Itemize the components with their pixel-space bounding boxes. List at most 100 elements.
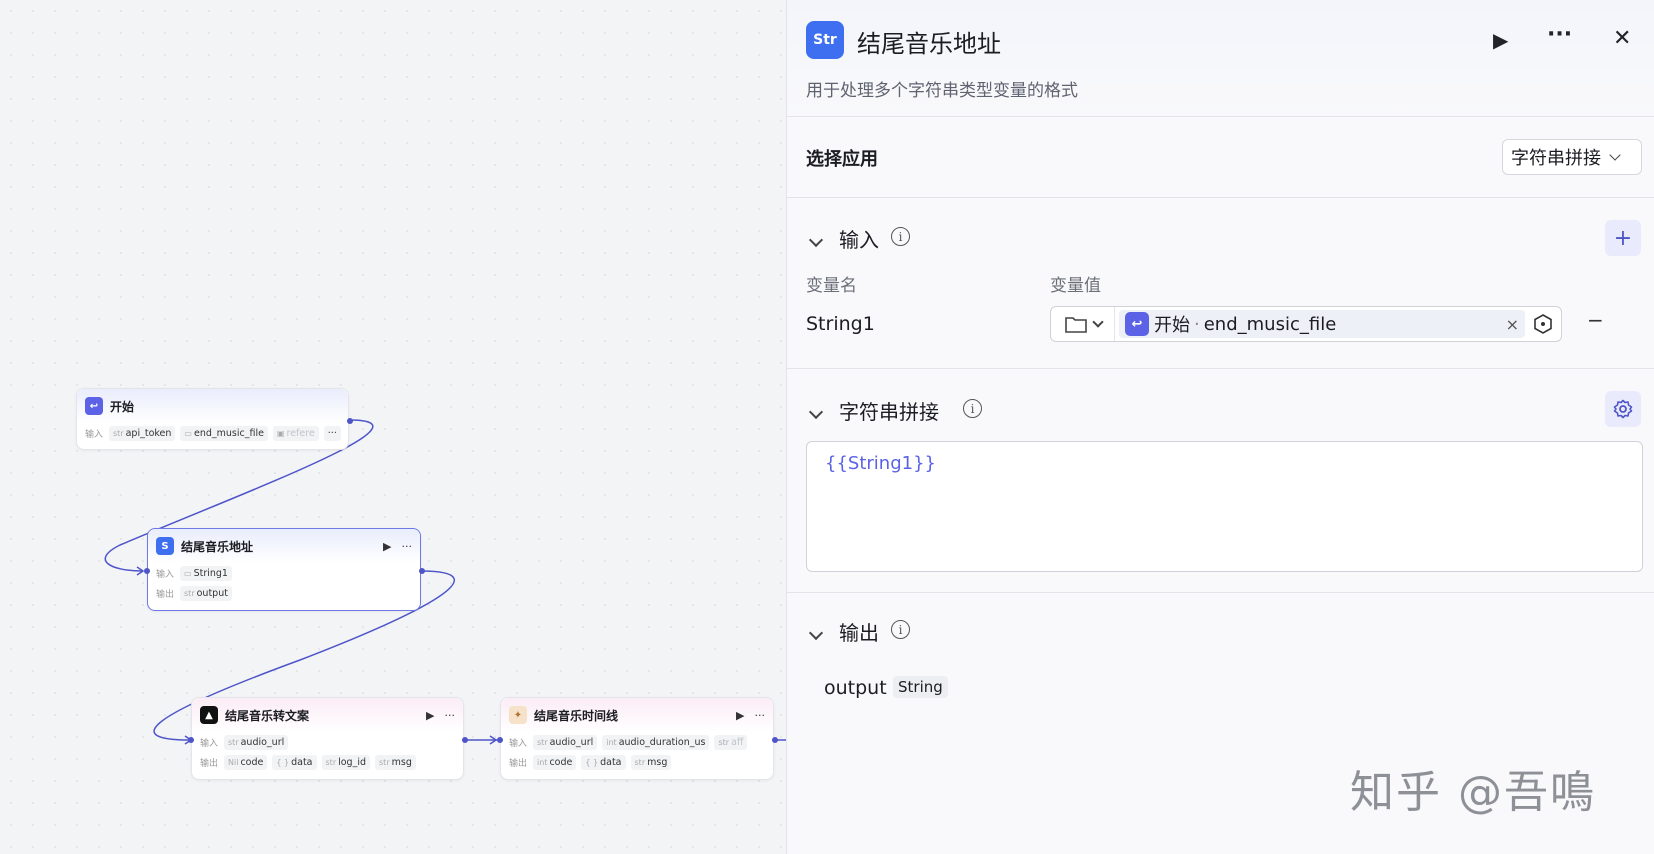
output-port[interactable] bbox=[772, 737, 778, 743]
node-end-music-address[interactable]: S 结尾音乐地址 ▶ ··· 输入 ▭ String1 输出 str output bbox=[144, 528, 425, 611]
chip-name: audio_duration_us bbox=[618, 736, 706, 748]
input-section-title: 输入 bbox=[839, 228, 879, 252]
type-tag: str bbox=[184, 588, 195, 598]
watermark: 知乎 @吾鳴 bbox=[1350, 767, 1596, 818]
output-chip: { } data bbox=[581, 754, 626, 770]
chip-name: log_id bbox=[338, 756, 367, 768]
output-chip: str output bbox=[180, 585, 232, 601]
node-title: 开始 bbox=[110, 399, 135, 414]
collapse-concat-toggle[interactable] bbox=[808, 402, 824, 421]
input-chip: int audio_duration_us bbox=[602, 734, 710, 750]
output-chip: int code bbox=[533, 754, 577, 770]
output-chip: str log_id bbox=[321, 754, 371, 770]
run-button[interactable]: ▶ bbox=[383, 540, 391, 553]
input-port[interactable] bbox=[497, 737, 503, 743]
node-header: ↩ 开始 bbox=[77, 389, 348, 423]
variable-value-field[interactable]: ↩ 开始 · end_music_file × bbox=[1050, 306, 1562, 342]
app-select[interactable]: 字符串拼接 bbox=[1502, 139, 1642, 175]
clear-icon[interactable]: × bbox=[1506, 315, 1519, 334]
type-tag: str bbox=[537, 737, 548, 747]
close-button[interactable]: ✕ bbox=[1613, 26, 1631, 51]
node-header: ▲ 结尾音乐转文案 ▶ ··· bbox=[192, 698, 463, 732]
output-section-title: 输出 bbox=[839, 621, 879, 645]
chip-name: code bbox=[240, 756, 264, 768]
input-chip: str api_token bbox=[109, 425, 176, 441]
input-chip: ▣ refere bbox=[272, 425, 319, 441]
type-tag: str bbox=[113, 428, 124, 438]
start-icon: ↩ bbox=[1125, 312, 1149, 336]
collapse-output-toggle[interactable] bbox=[808, 623, 824, 642]
concat-section: 字符串拼接 i {{String1}} bbox=[787, 369, 1654, 593]
chevron-down-icon bbox=[1609, 149, 1621, 161]
more-button[interactable]: ··· bbox=[755, 709, 766, 722]
input-chip: str audio_url bbox=[533, 734, 598, 750]
node-outputs-row: 输出 Nil code { } data str log_id str msg bbox=[192, 752, 463, 772]
output-chip: str msg bbox=[630, 754, 672, 770]
collapse-input-toggle[interactable] bbox=[808, 230, 824, 249]
workflow-canvas[interactable]: ↩ 开始 输入 str api_token ▭ end_music_file ▣ re… bbox=[0, 0, 786, 854]
node-inputs-row: 输入 str api_token ▭ end_music_file ▣ refere … bbox=[77, 423, 348, 443]
output-label: 输出 bbox=[156, 589, 175, 600]
app-select-value: 字符串拼接 bbox=[1511, 148, 1601, 169]
more-button[interactable]: ··· bbox=[1547, 22, 1572, 47]
node-header: ✦ 结尾音乐时间线 ▶ ··· bbox=[501, 698, 773, 732]
input-port[interactable] bbox=[144, 568, 150, 574]
variable-picker-button[interactable] bbox=[1525, 313, 1561, 335]
info-icon[interactable]: i bbox=[963, 399, 982, 418]
type-tag: str bbox=[718, 737, 730, 747]
type-tag: { } bbox=[585, 757, 599, 767]
info-icon[interactable]: i bbox=[891, 620, 910, 639]
node-outputs-row: 输出 str output bbox=[148, 583, 420, 603]
chip-name: msg bbox=[647, 756, 668, 768]
string-node-icon: Str bbox=[806, 21, 844, 59]
more-button[interactable]: ··· bbox=[402, 540, 413, 553]
panel-description: 用于处理多个字符串类型变量的格式 bbox=[806, 81, 1078, 101]
output-port[interactable] bbox=[462, 737, 468, 743]
chip-name: msg bbox=[391, 756, 412, 768]
output-port[interactable] bbox=[419, 568, 425, 574]
type-tag: str bbox=[379, 757, 390, 767]
input-chip: str audio_url bbox=[224, 734, 289, 750]
image-icon: ▣ bbox=[276, 428, 285, 438]
input-label: 输入 bbox=[156, 569, 175, 580]
chevron-down-icon bbox=[1091, 315, 1104, 328]
node-title: 结尾音乐地址 bbox=[181, 539, 254, 554]
chip-name: data bbox=[291, 756, 313, 768]
chip-name: end_music_file bbox=[193, 427, 264, 439]
output-name: output bbox=[824, 677, 887, 699]
node-title: 结尾音乐时间线 bbox=[534, 708, 619, 723]
input-label: 输入 bbox=[509, 738, 528, 749]
chip-name: api_token bbox=[125, 427, 172, 439]
output-port[interactable] bbox=[347, 418, 353, 424]
run-button[interactable]: ▶ bbox=[426, 709, 434, 722]
info-icon[interactable]: i bbox=[891, 227, 910, 246]
col-header-name: 变量名 bbox=[806, 276, 857, 296]
run-button[interactable]: ▶ bbox=[1493, 28, 1508, 52]
more-inputs-button[interactable]: ··· bbox=[323, 425, 341, 441]
output-chip: str msg bbox=[375, 754, 416, 770]
node-title: 结尾音乐转文案 bbox=[225, 708, 310, 723]
ref-separator: · bbox=[1194, 313, 1200, 335]
node-inputs-row: 输入 str audio_url int audio_duration_us str… bbox=[501, 732, 773, 752]
ref-variable: end_music_file bbox=[1203, 313, 1337, 335]
node-config-panel: Str 结尾音乐地址 用于处理多个字符串类型变量的格式 ▶ ··· ✕ 选择应用… bbox=[786, 0, 1654, 854]
node-start[interactable]: ↩ 开始 输入 str api_token ▭ end_music_file ▣ re… bbox=[76, 388, 353, 450]
output-label: 输出 bbox=[509, 758, 528, 769]
col-header-value: 变量值 bbox=[1050, 276, 1101, 296]
remove-variable-button[interactable]: − bbox=[1587, 308, 1604, 332]
add-variable-button[interactable]: + bbox=[1605, 220, 1641, 256]
concat-template-editor[interactable]: {{String1}} bbox=[806, 441, 1643, 572]
output-chip: { } data bbox=[272, 754, 317, 770]
output-label: 输出 bbox=[200, 758, 219, 769]
type-select[interactable] bbox=[1051, 307, 1115, 341]
more-button[interactable]: ··· bbox=[445, 709, 456, 722]
run-button[interactable]: ▶ bbox=[736, 709, 744, 722]
chip-name: String1 bbox=[193, 567, 228, 579]
settings-button[interactable] bbox=[1605, 391, 1641, 427]
node-end-music-timeline[interactable]: ✦ 结尾音乐时间线 ▶ ··· 输入 str audio_url int audio… bbox=[497, 697, 778, 780]
chevron-down-icon bbox=[808, 404, 824, 420]
input-port[interactable] bbox=[188, 737, 194, 743]
type-tag: Nil bbox=[228, 757, 239, 767]
node-end-music-to-text[interactable]: ▲ 结尾音乐转文案 ▶ ··· 输入 str audio_url 输出 Nil co… bbox=[188, 697, 468, 780]
variable-name: String1 bbox=[806, 313, 875, 335]
